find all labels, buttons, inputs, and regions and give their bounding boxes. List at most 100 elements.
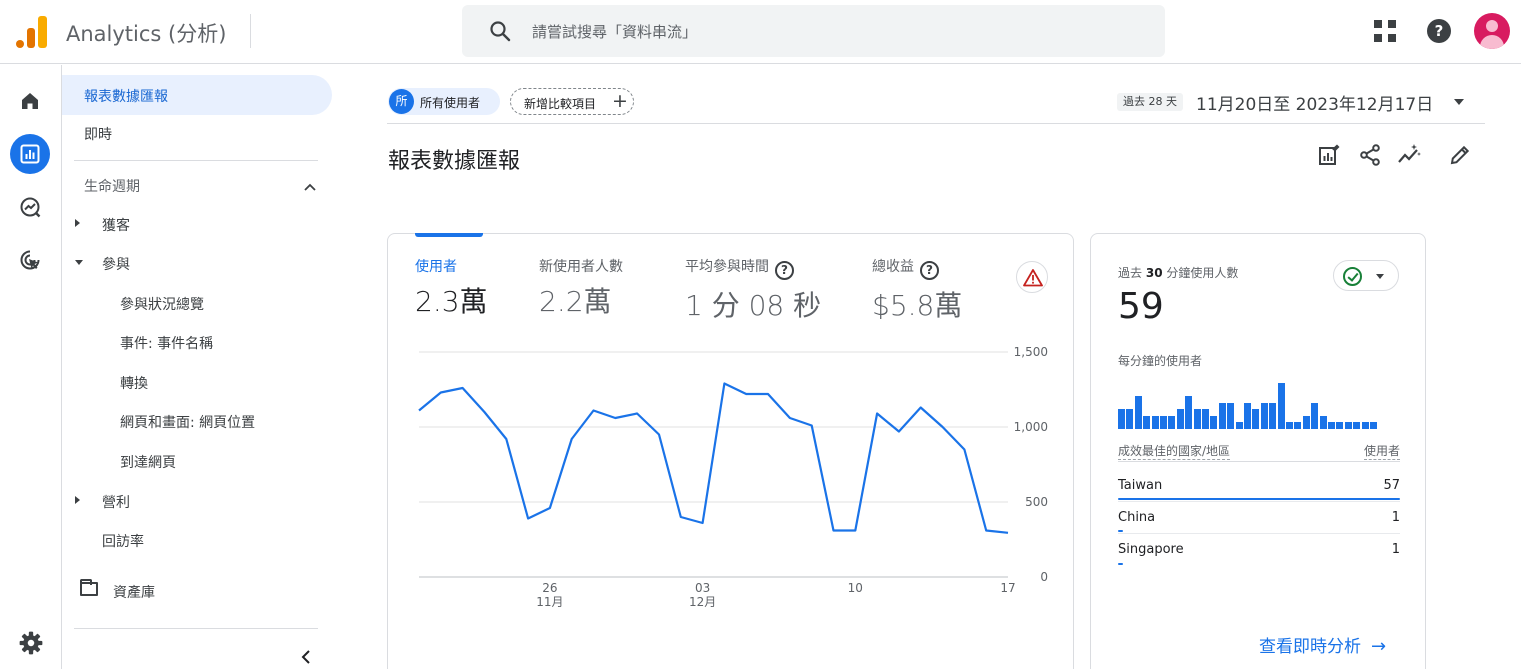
- realtime-title: 過去 30 分鐘使用人數: [1118, 266, 1239, 280]
- per-minute-bar: [1319, 415, 1327, 429]
- settings-gear-icon[interactable]: [18, 630, 44, 660]
- sidebar-divider: [74, 628, 318, 629]
- search-placeholder[interactable]: 請嘗試搜尋「資料串流」: [532, 21, 697, 42]
- per-minute-bar: [1218, 402, 1226, 429]
- table-row[interactable]: Taiwan 57: [1118, 470, 1400, 502]
- sidebar-item-realtime[interactable]: 即時: [62, 113, 332, 153]
- analytics-logo-icon[interactable]: [16, 14, 48, 48]
- advertising-icon[interactable]: [10, 240, 50, 280]
- sidebar-item-engagement[interactable]: 參與: [62, 243, 332, 283]
- users-line-chart: 1,500 1,000 500 0 2611月 0312月 10 17: [418, 345, 1048, 609]
- sidebar-section-lifecycle[interactable]: 生命週期: [62, 165, 332, 205]
- sidebar: 報表數據匯報 即時 生命週期 獲客 參與 參與狀況總覽 事件: 事件名稱 轉換 …: [62, 65, 342, 669]
- folder-icon: [80, 579, 98, 596]
- x-tick-label: 03: [695, 581, 710, 595]
- per-minute-bar: [1227, 402, 1235, 429]
- check-circle-icon: [1343, 267, 1362, 286]
- sidebar-item-engagement-overview[interactable]: 參與狀況總覽: [62, 283, 332, 323]
- share-bar: [1118, 563, 1124, 565]
- share-icon[interactable]: [1358, 143, 1382, 167]
- per-minute-bar: [1353, 422, 1361, 429]
- y-tick-label: 500: [1025, 495, 1048, 509]
- sidebar-item-pages-screens[interactable]: 網頁和畫面: 網頁位置: [62, 401, 332, 441]
- per-minute-bar: [1286, 422, 1293, 429]
- x-tick-month-label: 11月: [536, 595, 563, 609]
- date-range-badge[interactable]: 過去 28 天: [1117, 93, 1183, 111]
- per-minute-bar: [1311, 402, 1319, 429]
- per-minute-bar: [1235, 422, 1243, 429]
- date-range-picker[interactable]: 11月20日至 2023年12月17日: [1196, 90, 1433, 115]
- per-minute-label: 每分鐘的使用者: [1118, 354, 1203, 368]
- share-bar: [1118, 530, 1124, 532]
- add-comparison-button[interactable]: 新增比較項目 +: [510, 88, 634, 115]
- chevron-left-icon[interactable]: [298, 649, 314, 665]
- realtime-user-count: 59: [1118, 286, 1164, 327]
- y-tick-label: 0: [1040, 570, 1048, 584]
- country-column-header[interactable]: 成效最佳的國家/地區: [1118, 442, 1231, 460]
- per-minute-bar: [1185, 396, 1193, 429]
- explore-icon[interactable]: [10, 187, 50, 227]
- expand-arrow-icon: [75, 219, 80, 227]
- x-tick-label: 17: [1000, 581, 1015, 595]
- edit-pencil-icon[interactable]: [1448, 143, 1472, 167]
- sidebar-item-monetization[interactable]: 營利: [62, 481, 332, 521]
- sidebar-divider: [74, 160, 318, 161]
- search-icon: [490, 21, 511, 42]
- per-minute-bar: [1126, 409, 1134, 429]
- app-title[interactable]: Analytics (分析): [66, 18, 226, 48]
- expand-arrow-icon: [75, 496, 80, 504]
- avatar[interactable]: [1474, 13, 1510, 49]
- sidebar-item-acquisition[interactable]: 獲客: [62, 204, 332, 244]
- per-minute-bar: [1202, 409, 1209, 429]
- view-realtime-link[interactable]: 查看即時分析 →: [1259, 632, 1386, 657]
- sidebar-item-conversions[interactable]: 轉換: [62, 362, 332, 402]
- sidebar-item-library[interactable]: 資產庫: [62, 571, 332, 611]
- per-minute-bar: [1151, 415, 1159, 429]
- table-row[interactable]: Singapore 1: [1118, 534, 1400, 566]
- dropdown-caret-icon[interactable]: [1454, 99, 1464, 105]
- help-icon[interactable]: ?: [1427, 19, 1451, 43]
- reports-icon[interactable]: [10, 134, 50, 174]
- all-users-label: 所有使用者: [420, 96, 481, 110]
- per-minute-bar-chart: [1118, 374, 1378, 429]
- customize-report-icon[interactable]: [1317, 143, 1341, 167]
- page-title: 報表數據匯報: [388, 149, 521, 174]
- per-minute-bar: [1277, 383, 1285, 429]
- x-tick-label: 10: [848, 581, 863, 595]
- per-minute-bar: [1210, 415, 1218, 429]
- plus-icon: +: [612, 90, 628, 112]
- per-minute-bar: [1193, 409, 1201, 429]
- per-minute-bar: [1143, 415, 1151, 429]
- x-tick-month-label: 12月: [689, 595, 716, 609]
- table-row[interactable]: China 1: [1118, 502, 1400, 534]
- sidebar-item-retention[interactable]: 回訪率: [62, 520, 332, 560]
- all-users-chip[interactable]: 所 所有使用者: [388, 88, 500, 115]
- arrow-right-icon: →: [1371, 636, 1387, 657]
- sidebar-item-reports-snapshot[interactable]: 報表數據匯報: [62, 75, 332, 115]
- per-minute-bar: [1328, 422, 1335, 429]
- sidebar-item-landing-page[interactable]: 到達網頁: [62, 441, 332, 481]
- realtime-status-dropdown[interactable]: [1333, 260, 1399, 291]
- collapse-arrow-icon: [75, 260, 83, 265]
- per-minute-bar: [1294, 422, 1302, 429]
- per-minute-bar: [1302, 415, 1310, 429]
- per-minute-bar: [1134, 396, 1142, 429]
- chevron-up-icon[interactable]: [302, 179, 318, 195]
- share-bar: [1118, 498, 1400, 500]
- sidebar-item-events[interactable]: 事件: 事件名稱: [62, 322, 332, 362]
- overview-card: 使用者 2.3萬 新使用者人數 2.2萬 平均參與時間? 1 分 08 秒 總收…: [387, 233, 1074, 669]
- insights-icon[interactable]: [1397, 143, 1421, 167]
- home-icon[interactable]: [10, 81, 50, 121]
- per-minute-bar: [1252, 409, 1260, 429]
- per-minute-bar: [1336, 422, 1344, 429]
- per-minute-bar: [1370, 422, 1377, 429]
- users-column-header[interactable]: 使用者: [1363, 442, 1400, 460]
- apps-grid-icon[interactable]: [1374, 20, 1398, 44]
- per-minute-bar: [1168, 415, 1176, 429]
- header-divider: [387, 123, 1485, 124]
- dropdown-caret-icon: [1376, 274, 1384, 279]
- per-minute-bar: [1260, 402, 1268, 429]
- per-minute-bar: [1160, 415, 1167, 429]
- per-minute-bar: [1244, 402, 1251, 429]
- search-box[interactable]: 請嘗試搜尋「資料串流」: [462, 5, 1165, 57]
